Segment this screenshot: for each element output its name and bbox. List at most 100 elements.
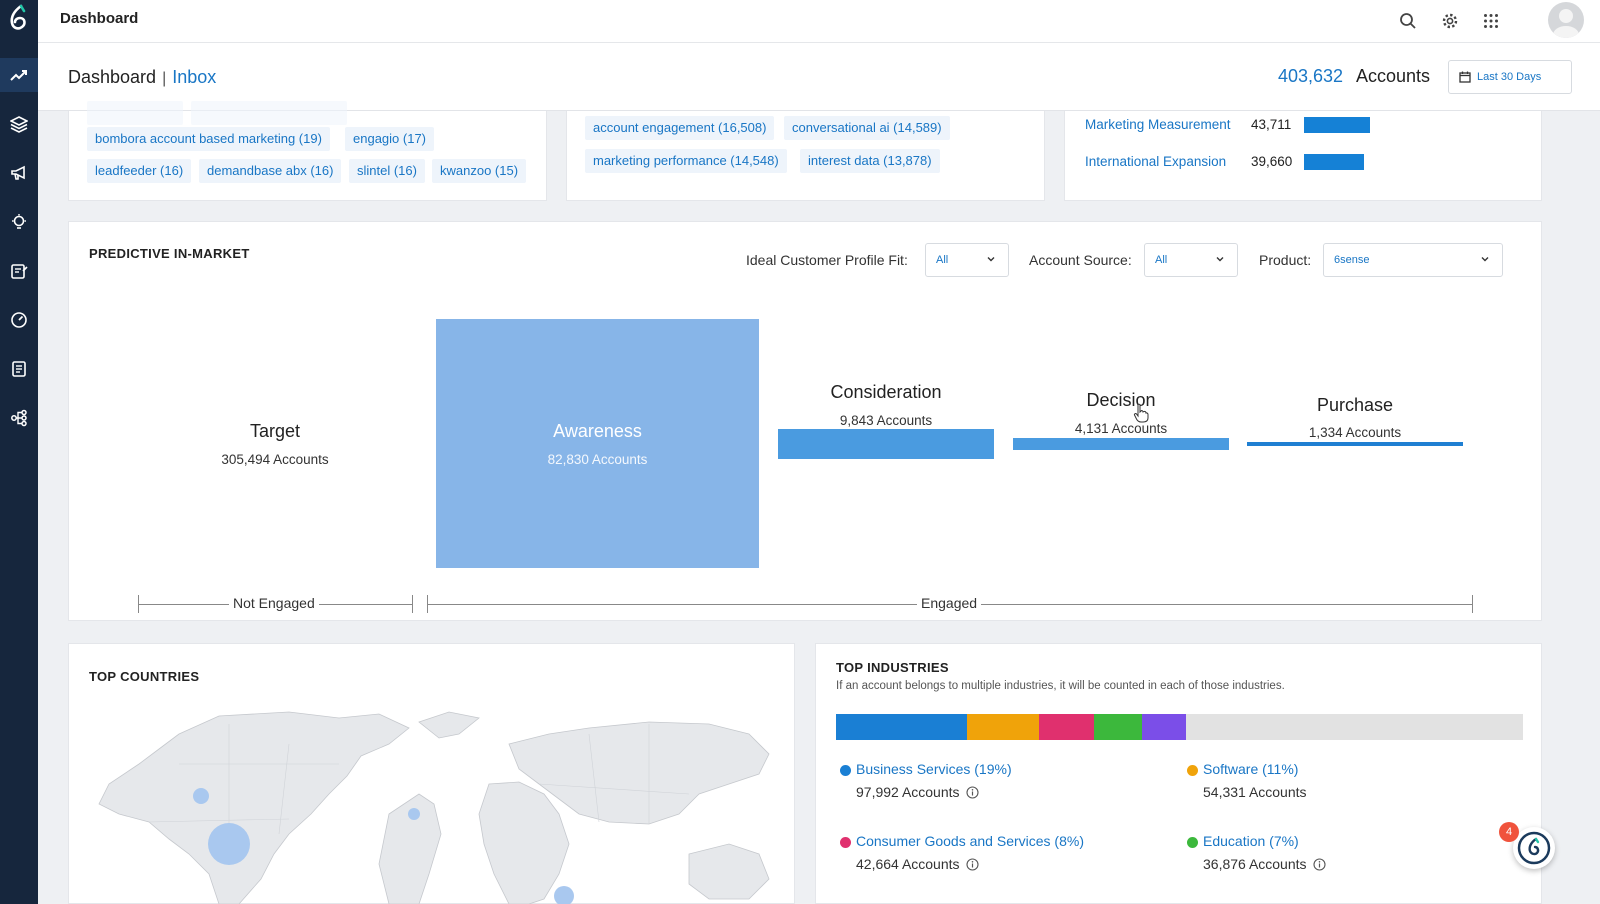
stage-target-count: 305,494 Accounts bbox=[221, 452, 329, 467]
stage-awareness-block[interactable] bbox=[436, 319, 759, 568]
icp-fit-label: Ideal Customer Profile Fit: bbox=[746, 252, 908, 268]
keyword-tag[interactable]: account engagement (16,508) bbox=[585, 116, 775, 140]
vendor-tag[interactable]: kwanzoo (15) bbox=[432, 159, 527, 183]
vendor-tag[interactable]: leadfeeder (16) bbox=[87, 159, 192, 183]
nav-document-icon[interactable] bbox=[0, 352, 38, 386]
top-bar: Dashboard bbox=[38, 0, 1600, 43]
top-industries-title: TOP INDUSTRIES bbox=[836, 660, 949, 675]
industry-name: Business Services (19%) bbox=[856, 761, 1012, 777]
gear-icon[interactable] bbox=[1437, 8, 1463, 34]
industry-name: Software (11%) bbox=[1203, 761, 1299, 777]
engaged-label: Engaged bbox=[917, 595, 982, 611]
stage-consideration-name: Consideration bbox=[830, 382, 942, 402]
chevron-down-icon bbox=[987, 257, 995, 262]
topic-bar bbox=[1304, 154, 1364, 170]
nav-hierarchy-icon[interactable] bbox=[0, 401, 38, 435]
legend-dot bbox=[1187, 837, 1198, 848]
search-icon[interactable] bbox=[1395, 8, 1421, 34]
icp-fit-value: All bbox=[936, 254, 949, 266]
keyword-card: account engagement (16,508) conversation… bbox=[566, 111, 1045, 201]
stage-target-name: Target bbox=[249, 421, 301, 441]
product-value: 6sense bbox=[1334, 254, 1370, 266]
industry-count: 42,664 Accounts bbox=[856, 856, 979, 872]
topic-name: Marketing Measurement bbox=[1085, 117, 1231, 132]
industry-count-text: 36,876 Accounts bbox=[1203, 856, 1307, 872]
apps-grid-icon[interactable] bbox=[1478, 8, 1504, 34]
nav-trending-icon[interactable] bbox=[0, 58, 38, 92]
product-label: Product: bbox=[1259, 252, 1312, 268]
left-nav bbox=[0, 0, 38, 904]
info-icon[interactable] bbox=[965, 858, 979, 871]
stage-consideration-bar[interactable] bbox=[778, 429, 994, 459]
chat-notification-badge: 4 bbox=[1499, 822, 1519, 842]
vendor-tag[interactable]: slintel (16) bbox=[349, 159, 425, 183]
nav-layers-icon[interactable] bbox=[0, 107, 38, 141]
stage-decision-count: 4,131 Accounts bbox=[1074, 421, 1168, 436]
predictive-title: PREDICTIVE IN-MARKET bbox=[89, 246, 250, 261]
vendor-card: bombora account based marketing (19) eng… bbox=[68, 101, 547, 201]
topic-value: 43,711 bbox=[1251, 117, 1292, 132]
chevron-down-icon bbox=[1481, 257, 1489, 262]
not-engaged-label: Not Engaged bbox=[229, 595, 319, 611]
breadcrumb-dashboard[interactable]: Dashboard bbox=[68, 67, 156, 87]
avatar[interactable] bbox=[1548, 2, 1584, 38]
calendar-icon bbox=[1459, 71, 1471, 83]
industry-name: Education (7%) bbox=[1203, 833, 1299, 849]
nav-edit-report-icon[interactable] bbox=[0, 254, 38, 288]
sixsense-chat-icon bbox=[1517, 831, 1551, 865]
icp-fit-select[interactable]: All bbox=[925, 243, 1009, 277]
vendor-tag[interactable]: engagio (17) bbox=[345, 127, 434, 151]
legend-dot bbox=[1187, 765, 1198, 776]
hand-cursor-icon bbox=[1133, 403, 1149, 423]
stage-purchase-bar[interactable] bbox=[1247, 442, 1463, 446]
breadcrumb: Dashboard | Inbox bbox=[68, 67, 216, 88]
industry-count: 54,331 Accounts bbox=[1203, 784, 1307, 800]
info-icon[interactable] bbox=[1312, 858, 1326, 871]
keyword-tag[interactable]: marketing performance (14,548) bbox=[585, 149, 787, 173]
topic-row[interactable]: Marketing Measurement 43,711 bbox=[1085, 117, 1525, 141]
industry-segment[interactable] bbox=[836, 714, 967, 740]
world-map[interactable] bbox=[89, 704, 779, 904]
predictive-in-market-card: PREDICTIVE IN-MARKET Ideal Customer Prof… bbox=[68, 221, 1542, 621]
tag-cutoff bbox=[191, 101, 347, 125]
keyword-tag[interactable]: conversational ai (14,589) bbox=[784, 116, 950, 140]
industry-segment[interactable] bbox=[1093, 714, 1142, 740]
stage-decision-name: Decision bbox=[1086, 390, 1156, 410]
nav-lightbulb-icon[interactable] bbox=[0, 205, 38, 239]
date-range-button[interactable]: Last 30 Days bbox=[1448, 60, 1572, 94]
product-select[interactable]: 6sense bbox=[1323, 243, 1503, 277]
legend-dot bbox=[840, 837, 851, 848]
stage-decision-bar[interactable] bbox=[1013, 438, 1229, 450]
nav-megaphone-icon[interactable] bbox=[0, 156, 38, 190]
total-accounts-count: 403,632 bbox=[1278, 66, 1344, 86]
industry-count-text: 97,992 Accounts bbox=[856, 784, 960, 800]
chat-launcher-button[interactable] bbox=[1513, 827, 1555, 869]
nav-gauge-icon[interactable] bbox=[0, 303, 38, 337]
breadcrumb-separator: | bbox=[162, 70, 167, 87]
not-engaged-end-tick bbox=[412, 595, 413, 613]
industry-count: 97,992 Accounts bbox=[856, 784, 979, 800]
vendor-tag[interactable]: demandbase abx (16) bbox=[199, 159, 342, 183]
stage-awareness-name: Awareness bbox=[553, 421, 642, 441]
breadcrumb-inbox[interactable]: Inbox bbox=[172, 67, 216, 87]
date-range-label: Last 30 Days bbox=[1477, 71, 1542, 83]
account-source-select[interactable]: All bbox=[1144, 243, 1238, 277]
tag-cutoff bbox=[87, 101, 183, 125]
industries-stacked-bar[interactable] bbox=[836, 714, 1523, 740]
vendor-tag[interactable]: bombora account based marketing (19) bbox=[87, 127, 330, 151]
top-industries-subtitle: If an account belongs to multiple indust… bbox=[836, 680, 1285, 692]
info-icon[interactable] bbox=[965, 786, 979, 799]
industry-segment[interactable] bbox=[1038, 714, 1094, 740]
top-countries-card: TOP COUNTRIES bbox=[68, 643, 795, 904]
stage-purchase-count: 1,334 Accounts bbox=[1308, 425, 1402, 440]
industry-segment[interactable] bbox=[966, 714, 1039, 740]
keyword-tag[interactable]: interest data (13,878) bbox=[800, 149, 940, 173]
total-accounts-label: Accounts bbox=[1356, 66, 1431, 86]
sixsense-logo-icon[interactable] bbox=[4, 2, 34, 34]
top-countries-title: TOP COUNTRIES bbox=[89, 669, 200, 684]
topic-row[interactable]: International Expansion 39,660 bbox=[1085, 154, 1525, 178]
stage-consideration-count: 9,843 Accounts bbox=[839, 413, 933, 428]
stage-purchase-name: Purchase bbox=[1316, 395, 1394, 415]
topics-card: Marketing Measurement 43,711 Internation… bbox=[1064, 111, 1542, 201]
industry-segment[interactable] bbox=[1141, 714, 1187, 740]
